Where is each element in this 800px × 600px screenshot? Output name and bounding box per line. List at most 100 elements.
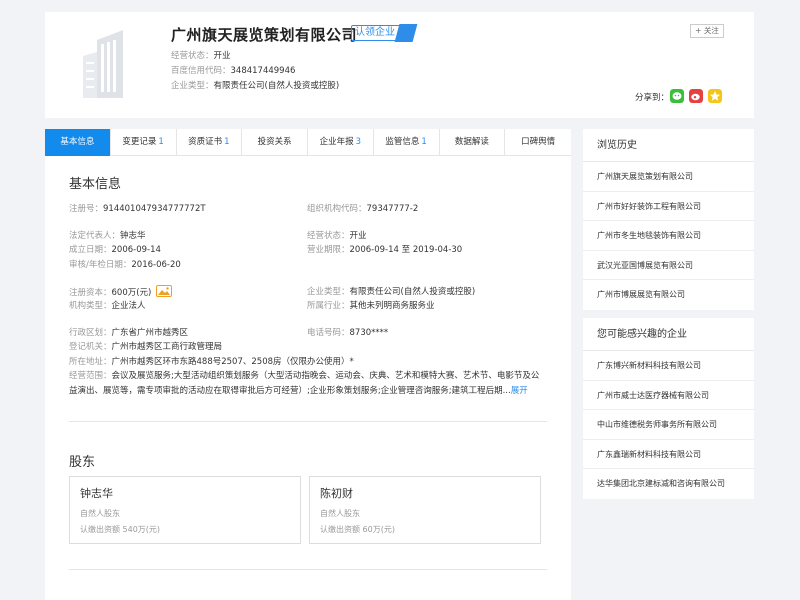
shareholder-card[interactable]: 钟志华 自然人股东 认缴出资额 540万(元) [69,476,301,544]
tab-supervision[interactable]: 监管信息 1 [374,129,440,156]
est-date-value: 2006-09-14 [111,245,161,255]
tab-count: 1 [224,137,230,147]
tab-label: 基本信息 [60,137,95,147]
history-item[interactable]: 广州旗天展览策划有限公司 [583,162,754,192]
tab-change-records[interactable]: 变更记录 1 [111,129,177,156]
company-header: 广州旗天展览策划有限公司 认领企业 经营状态：开业 百度信用代码：3484174… [45,12,754,118]
field-label: 注册资本： [69,288,112,298]
field-label: 审核/年检日期： [69,260,132,270]
tab-count: 1 [158,137,164,147]
tab-count: 3 [355,137,362,147]
tab-label: 口碑舆情 [521,137,556,147]
interest-item[interactable]: 广东博兴新材料科技有限公司 [583,351,754,381]
type-line: 企业类型：有限责任公司(自然人投资或控股) [171,79,339,91]
legal-rep-value: 钟志华 [120,231,146,241]
interest-panel: 您可能感兴趣的企业 广东博兴新材料科技有限公司 广州市威士达医疗器械有限公司 中… [583,318,754,499]
tab-data-analysis[interactable]: 数据解读 [440,129,506,156]
history-item[interactable]: 广州市好好装饰工程有限公司 [583,192,754,221]
tab-label: 监管信息 [385,137,420,147]
tab-certificates[interactable]: 资质证书 1 [177,129,243,156]
status-value: 开业 [213,51,231,61]
interest-item[interactable]: 中山市维德税务师事务所有限公司 [583,410,754,440]
tab-bar: 基本信息 变更记录 1 资质证书 1 投资关系 企业年报 3 监管信息 1 数据解读 口… [45,129,571,156]
biz-status-value: 开业 [349,231,367,241]
history-item[interactable]: 广州市冬生地毯装饰有限公司 [583,221,754,251]
tab-annual-reports[interactable]: 企业年报 3 [308,129,374,156]
field-label: 登记机关： [69,342,112,352]
history-item[interactable]: 广州市博展展览有限公司 [583,280,754,310]
status-label: 经营状态： [171,51,214,61]
shareholder-type: 自然人股东 [320,509,360,518]
org-code-row: 组织机构代码：79347777-2 [307,202,418,214]
expand-link[interactable]: 展开 [511,386,528,396]
field-label: 注册号： [69,204,104,214]
tab-investments[interactable]: 投资关系 [242,129,308,156]
field-label: 所属行业： [307,301,350,311]
address-value: 广州市越秀区环市东路488号2507、2508房（仅限办公使用）* [111,357,354,367]
image-icon[interactable] [156,285,173,297]
tab-label: 资质证书 [188,137,223,147]
share-label: 分享到： [635,93,670,103]
field-label: 机构类型： [69,301,112,311]
tab-label: 数据解读 [454,137,489,147]
company-name: 广州旗天展览策划有限公司 [171,26,358,44]
legal-rep-row: 法定代表人：钟志华 [69,229,146,241]
certified-badge[interactable]: 认领企业 [351,24,418,42]
follow-button[interactable]: + 关注 [690,24,724,38]
browse-history-panel: 浏览历史 广州旗天展览策划有限公司 广州市好好装饰工程有限公司 广州市冬生地毯装… [583,129,754,310]
authority-value: 广州市越秀区工商行政管理局 [111,342,223,352]
field-label: 营业期限： [307,245,350,255]
ent-type-value: 有限责任公司(自然人投资或控股) [349,287,476,297]
qzone-icon[interactable] [708,89,722,103]
capital-value: 600万(元) [111,288,152,298]
field-label: 电话号码： [307,328,350,338]
tab-label: 企业年报 [319,137,354,147]
ent-type-row: 企业类型：有限责任公司(自然人投资或控股) [307,285,475,297]
section-divider [69,421,547,422]
tab-label: 投资关系 [257,137,292,147]
field-label: 成立日期： [69,245,112,255]
scope-value: 会议及展览服务;大型活动组织策划服务（大型活动指晚会、运动会、庆典、艺术和模特大… [69,371,540,396]
authority-row: 登记机关：广州市越秀区工商行政管理局 [69,340,222,352]
main-content: 基本信息 变更记录 1 资质证书 1 投资关系 企业年报 3 监管信息 1 数据解读 口… [45,129,571,600]
audit-date-value: 2016-06-20 [131,260,181,270]
shareholder-amount: 认缴出资额 60万(元) [320,525,395,534]
credit-value: 348417449946 [230,66,296,76]
field-label: 组织机构代码： [307,204,367,214]
tab-basic-info[interactable]: 基本信息 [45,129,111,156]
interest-item[interactable]: 广州市威士达医疗器械有限公司 [583,381,754,410]
interest-item[interactable]: 广东鑫瑞新材料科技有限公司 [583,440,754,469]
interest-item[interactable]: 达华集团北京建标减和咨询有限公司 [583,469,754,499]
region-row: 行政区划：广东省广州市越秀区 [69,326,188,338]
history-item[interactable]: 武汉光亚国博展览有限公司 [583,251,754,280]
basic-info-title: 基本信息 [69,177,122,192]
field-label: 所在地址： [69,357,112,367]
address-row: 所在地址：广州市越秀区环市东路488号2507、2508房（仅限办公使用）* [69,355,354,367]
weibo-icon[interactable] [689,89,703,103]
company-logo-icon [75,22,143,104]
reg-no-value: 914401047934777772T [103,204,206,214]
tab-reputation[interactable]: 口碑舆情 [505,129,571,156]
tab-label: 变更记录 [122,137,157,147]
org-code-value: 79347777-2 [366,204,419,214]
wechat-icon[interactable] [670,89,684,103]
type-label: 企业类型： [171,81,214,91]
field-label: 法定代表人： [69,231,121,241]
field-label: 经营范围： [69,371,112,381]
tab-count: 1 [421,137,427,147]
section-divider [69,569,547,570]
shareholder-name: 钟志华 [80,487,113,500]
field-label: 企业类型： [307,287,350,297]
interest-title: 您可能感兴趣的企业 [583,318,754,351]
shareholder-type: 自然人股东 [80,509,120,518]
org-type-value: 企业法人 [111,301,146,311]
org-type-row: 机构类型：企业法人 [69,299,146,311]
audit-date-row: 审核/年检日期：2016-06-20 [69,258,181,270]
field-label: 经营状态： [307,231,350,241]
certified-badge-label: 认领企业 [355,27,395,38]
shareholder-amount: 认缴出资额 540万(元) [80,525,161,534]
term-value: 2006-09-14 至 2019-04-30 [349,245,463,255]
type-value: 有限责任公司(自然人投资或控股) [213,81,340,91]
shareholder-card[interactable]: 陈初财 自然人股东 认缴出资额 60万(元) [309,476,541,544]
credit-line: 百度信用代码：348417449946 [171,64,295,76]
